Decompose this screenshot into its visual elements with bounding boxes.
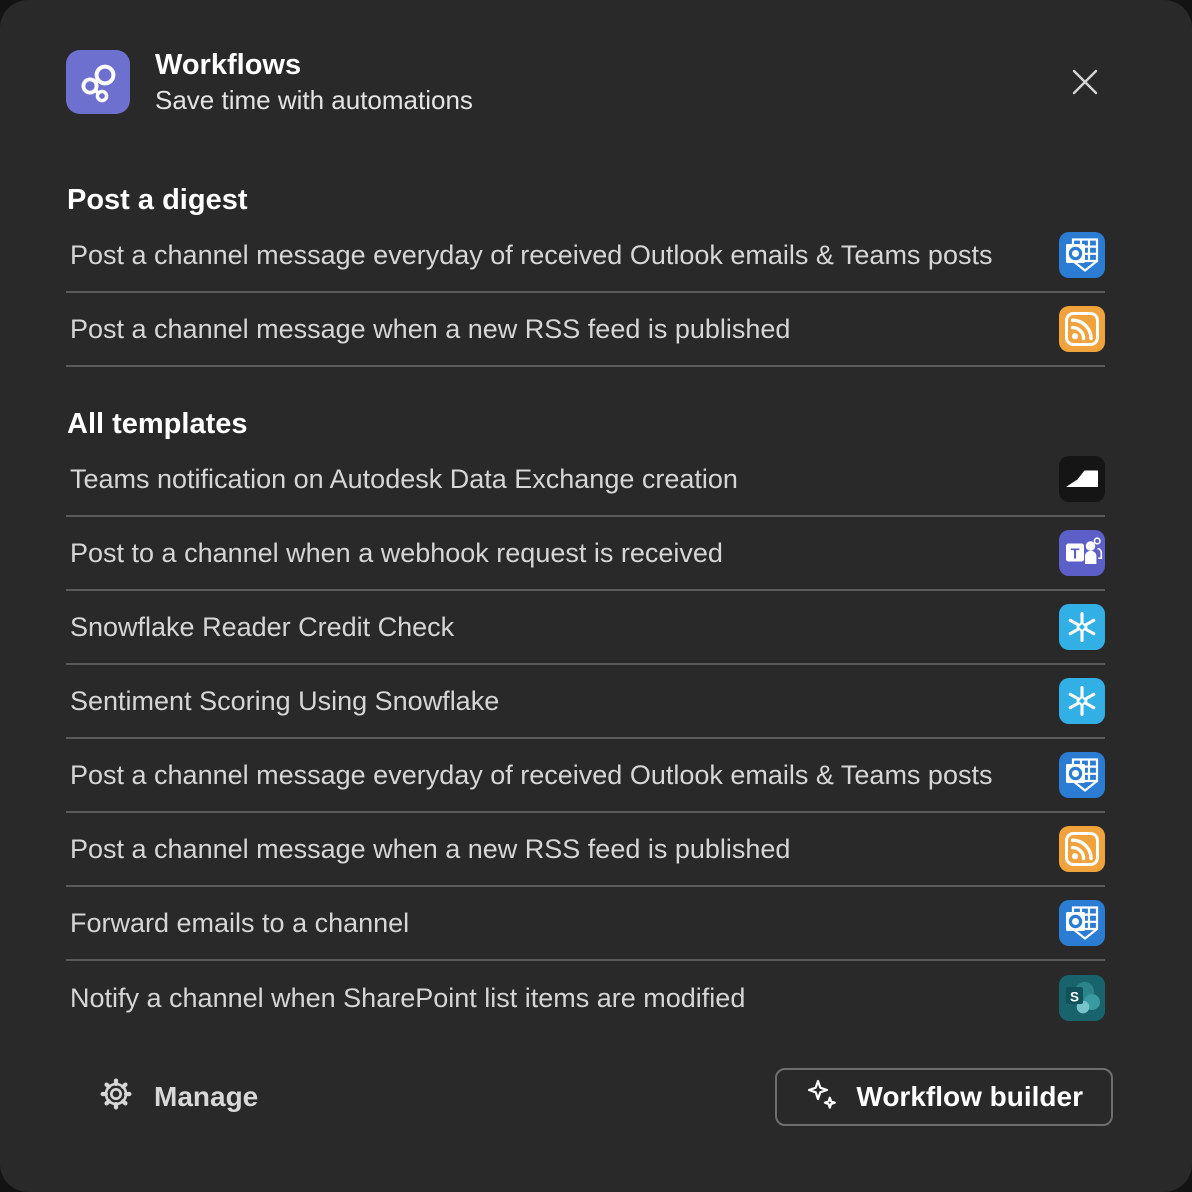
- outlook-icon: [1059, 752, 1105, 798]
- dialog-footer: Manage Workflow builder: [98, 1068, 1113, 1126]
- workflow-template-label: Snowflake Reader Credit Check: [66, 612, 454, 643]
- dialog-subtitle: Save time with automations: [155, 84, 473, 116]
- workflow-template-row[interactable]: Post a channel message when a new RSS fe…: [66, 293, 1105, 367]
- section-heading: All templates: [66, 407, 1105, 441]
- workflow-builder-label: Workflow builder: [856, 1081, 1083, 1113]
- dialog-header: Workflows Save time with automations: [0, 0, 1192, 114]
- workflow-template-row[interactable]: Post to a channel when a webhook request…: [66, 517, 1105, 591]
- outlook-icon: [1059, 232, 1105, 278]
- manage-label: Manage: [154, 1081, 258, 1113]
- workflow-template-label: Post to a channel when a webhook request…: [66, 538, 723, 569]
- workflow-template-label: Sentiment Scoring Using Snowflake: [66, 686, 499, 717]
- workflow-builder-button[interactable]: Workflow builder: [775, 1068, 1113, 1126]
- workflow-template-label: Forward emails to a channel: [66, 908, 409, 939]
- svg-text:T: T: [1071, 546, 1080, 562]
- workflow-template-row[interactable]: Sentiment Scoring Using Snowflake: [66, 665, 1105, 739]
- svg-text:S: S: [1070, 989, 1079, 1004]
- section-rows: Teams notification on Autodesk Data Exch…: [66, 443, 1105, 1035]
- close-icon: [1068, 65, 1102, 99]
- autodesk-icon: [1059, 456, 1105, 502]
- close-button[interactable]: [1065, 62, 1105, 102]
- snowflake-icon: [1059, 604, 1105, 650]
- workflows-dialog: Workflows Save time with automations Pos…: [0, 0, 1192, 1192]
- workflow-template-row[interactable]: Notify a channel when SharePoint list it…: [66, 961, 1105, 1035]
- outlook-icon: [1059, 900, 1105, 946]
- rss-icon: [1059, 826, 1105, 872]
- teams-icon: T: [1059, 530, 1105, 576]
- workflow-template-row[interactable]: Snowflake Reader Credit Check: [66, 591, 1105, 665]
- workflow-template-label: Post a channel message when a new RSS fe…: [66, 834, 790, 865]
- workflow-share-icon: [66, 50, 130, 114]
- gear-icon: [98, 1076, 134, 1119]
- workflow-template-row[interactable]: Post a channel message when a new RSS fe…: [66, 813, 1105, 887]
- header-text: Workflows Save time with automations: [155, 48, 473, 116]
- workflow-template-row[interactable]: Post a channel message everyday of recei…: [66, 739, 1105, 813]
- rss-icon: [1059, 306, 1105, 352]
- workflow-template-label: Post a channel message everyday of recei…: [66, 760, 992, 791]
- workflow-template-label: Teams notification on Autodesk Data Exch…: [66, 464, 738, 495]
- workflow-template-label: Post a channel message when a new RSS fe…: [66, 314, 790, 345]
- workflow-template-row[interactable]: Forward emails to a channel: [66, 887, 1105, 961]
- workflow-app-icon: [66, 50, 130, 114]
- template-section: All templates Teams notification on Auto…: [66, 407, 1105, 1035]
- sharepoint-icon: S: [1059, 975, 1105, 1021]
- workflow-template-row[interactable]: Post a channel message everyday of recei…: [66, 219, 1105, 293]
- sparkles-icon: [805, 1077, 839, 1118]
- template-sections: Post a digest Post a channel message eve…: [66, 183, 1105, 1035]
- section-heading: Post a digest: [66, 183, 1105, 217]
- workflow-template-label: Notify a channel when SharePoint list it…: [66, 983, 745, 1014]
- snowflake-icon: [1059, 678, 1105, 724]
- dialog-title: Workflows: [155, 48, 473, 82]
- workflow-template-row[interactable]: Teams notification on Autodesk Data Exch…: [66, 443, 1105, 517]
- workflow-template-label: Post a channel message everyday of recei…: [66, 240, 992, 271]
- manage-button[interactable]: Manage: [98, 1076, 258, 1119]
- template-section: Post a digest Post a channel message eve…: [66, 183, 1105, 367]
- section-rows: Post a channel message everyday of recei…: [66, 219, 1105, 367]
